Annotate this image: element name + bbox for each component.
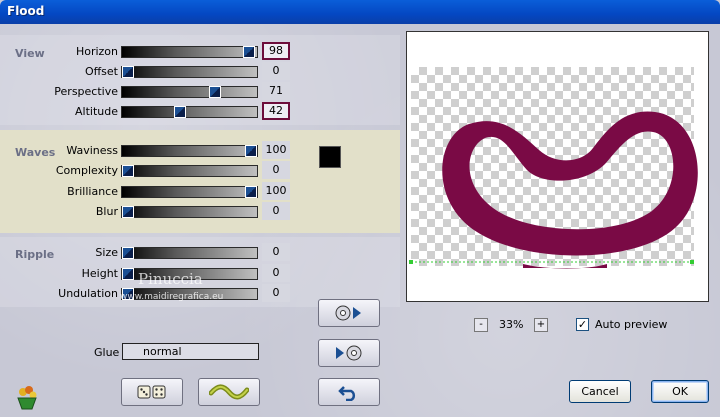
- slider-thumb[interactable]: [174, 106, 186, 118]
- forward-preview-button[interactable]: [318, 299, 380, 327]
- window-title: Flood: [7, 4, 45, 18]
- forward-preview-icon: [335, 305, 361, 321]
- slider-thumb[interactable]: [122, 165, 134, 177]
- zoom-in-button[interactable]: +: [534, 318, 548, 332]
- view-altitude-label: Altitude: [75, 105, 118, 118]
- dice-icon: [137, 385, 166, 399]
- cancel-button[interactable]: Cancel: [569, 380, 631, 403]
- preview-shape: [409, 111, 698, 269]
- view-perspective-slider[interactable]: [121, 86, 258, 98]
- slider-thumb[interactable]: [122, 268, 134, 280]
- view-altitude-value[interactable]: 42: [262, 102, 290, 120]
- waves-waviness-label: Waviness: [66, 144, 118, 157]
- waves-complexity-slider[interactable]: [121, 165, 258, 177]
- view-horizon-value[interactable]: 98: [262, 42, 290, 60]
- watermark-url: www.maidiregrafica.eu: [120, 292, 224, 302]
- view-offset-slider[interactable]: [121, 66, 258, 78]
- wave-preset-button[interactable]: [198, 378, 260, 406]
- slider-thumb[interactable]: [245, 145, 257, 157]
- waves-brilliance-slider[interactable]: [121, 186, 258, 198]
- waves-blur-label: Blur: [95, 205, 118, 218]
- back-preview-icon: [336, 345, 362, 361]
- ripple-undulation-value[interactable]: 0: [262, 284, 290, 302]
- view-offset-value[interactable]: 0: [262, 62, 290, 80]
- waves-waviness-value[interactable]: 100: [262, 141, 290, 159]
- wave-icon: [209, 384, 249, 400]
- flood-dialog: Flood View Waves Ripple Horizon 98 Offset 0…: [0, 0, 720, 417]
- ripple-size-label: Size: [95, 246, 118, 259]
- wave-color-swatch[interactable]: [319, 146, 341, 168]
- undo-button[interactable]: [318, 378, 380, 406]
- slider-thumb[interactable]: [245, 186, 257, 198]
- back-preview-button[interactable]: [318, 339, 380, 367]
- title-bar[interactable]: Flood: [0, 0, 720, 24]
- slider-thumb[interactable]: [122, 247, 134, 259]
- view-perspective-label: Perspective: [54, 85, 118, 98]
- waves-brilliance-value[interactable]: 100: [262, 182, 290, 200]
- waves-blur-slider[interactable]: [121, 206, 258, 218]
- watermark-name: Pinuccia: [138, 270, 203, 288]
- ripple-undulation-label: Undulation: [58, 287, 118, 300]
- waves-blur-value[interactable]: 0: [262, 202, 290, 220]
- ripple-size-value[interactable]: 0: [262, 243, 290, 261]
- slider-thumb[interactable]: [209, 86, 221, 98]
- waves-waviness-slider[interactable]: [121, 145, 258, 157]
- glue-select[interactable]: normal: [122, 343, 259, 360]
- ok-button[interactable]: OK: [651, 380, 709, 403]
- zoom-out-button[interactable]: -: [474, 318, 488, 332]
- ripple-size-slider[interactable]: [121, 247, 258, 259]
- preview-pane[interactable]: [406, 31, 709, 302]
- slider-thumb[interactable]: [122, 66, 134, 78]
- view-horizon-label: Horizon: [75, 45, 118, 58]
- waves-complexity-value[interactable]: 0: [262, 161, 290, 179]
- zoom-level: 33%: [499, 318, 524, 331]
- flower-pot-icon: [17, 386, 37, 410]
- view-offset-label: Offset: [84, 65, 118, 78]
- slider-thumb[interactable]: [122, 206, 134, 218]
- slider-thumb[interactable]: [243, 46, 255, 58]
- ripple-height-value[interactable]: 0: [262, 264, 290, 282]
- waves-brilliance-label: Brilliance: [67, 185, 118, 198]
- view-perspective-value[interactable]: 71: [262, 82, 290, 100]
- view-altitude-slider[interactable]: [121, 106, 258, 118]
- glue-label: Glue: [94, 346, 120, 359]
- auto-preview-label: Auto preview: [595, 318, 668, 331]
- ripple-height-label: Height: [81, 267, 118, 280]
- waves-complexity-label: Complexity: [55, 164, 118, 177]
- undo-icon: [338, 386, 356, 401]
- view-horizon-slider[interactable]: [121, 46, 258, 58]
- randomize-button[interactable]: [121, 378, 183, 406]
- auto-preview-checkbox[interactable]: ✓: [576, 318, 589, 331]
